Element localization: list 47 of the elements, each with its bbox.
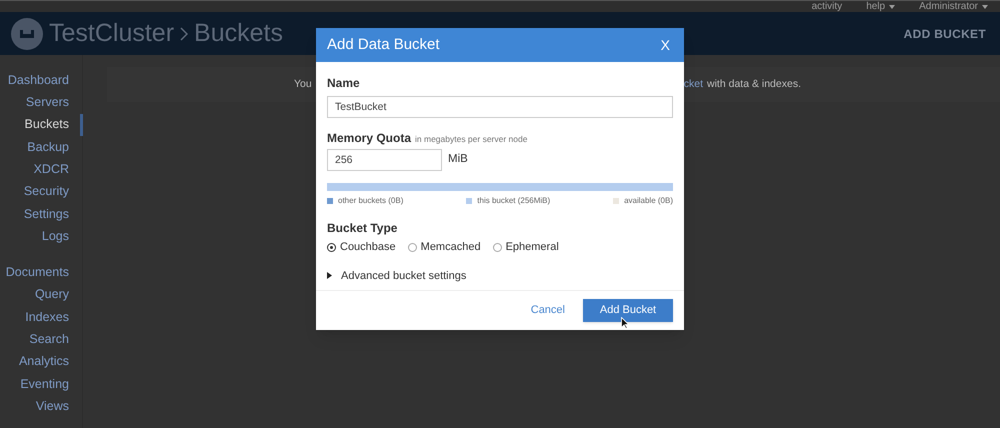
- memory-quota-field[interactable]: 256: [327, 149, 442, 171]
- nav-item[interactable]: Dashboard: [0, 69, 83, 92]
- radio-button[interactable]: [327, 242, 336, 252]
- memory-quota-hint: in megabytes per server node: [415, 133, 528, 146]
- chevron-icon: [180, 26, 188, 40]
- add-bucket-link[interactable]: ADD BUCKET: [904, 24, 986, 42]
- name-field[interactable]: TestBucket: [327, 96, 673, 118]
- nav-item[interactable]: Analytics: [0, 350, 83, 373]
- nav-item[interactable]: Backup: [0, 136, 83, 158]
- add-bucket-button[interactable]: Add Bucket: [583, 299, 673, 322]
- notice-link[interactable]: cket: [684, 76, 704, 92]
- radio-label: Memcached: [420, 240, 481, 255]
- radio-label: Ephemeral: [506, 240, 559, 255]
- radio-label: Couchbase: [340, 240, 396, 255]
- nav-item[interactable]: Views: [0, 395, 83, 418]
- radio-button[interactable]: [408, 242, 417, 252]
- nav-item[interactable]: Indexes: [0, 306, 83, 328]
- memory-quota-label: Memory Quota: [327, 130, 412, 147]
- top-link[interactable]: help: [866, 2, 886, 12]
- notice-text: You: [294, 76, 312, 92]
- nav-item[interactable]: Buckets: [0, 114, 83, 136]
- close-button[interactable]: X: [660, 34, 670, 56]
- nav-item[interactable]: Logs: [0, 225, 83, 248]
- dialog-title: Add Data Bucket: [327, 34, 440, 55]
- nav-item[interactable]: Documents: [0, 261, 83, 284]
- page-title: Buckets: [194, 18, 283, 49]
- top-link[interactable]: activity: [812, 2, 842, 12]
- radio-button[interactable]: [492, 242, 502, 252]
- nav-item[interactable]: Query: [0, 284, 83, 306]
- cancel-button[interactable]: Cancel: [528, 302, 567, 319]
- legend-label: available (0B): [624, 195, 673, 207]
- nav-item[interactable]: Eventing: [0, 372, 83, 396]
- nav-item[interactable]: Servers: [0, 91, 83, 114]
- nav-item[interactable]: XDCR: [0, 158, 83, 180]
- notice-text: with data & indexes.: [707, 76, 801, 92]
- name-label: Name: [327, 75, 361, 92]
- nav-item[interactable]: Settings: [0, 202, 83, 226]
- legend-label: other buckets (0B): [338, 195, 404, 207]
- nav-item[interactable]: Search: [0, 328, 83, 351]
- logo-icon: [11, 18, 43, 50]
- legend-label: this bucket (256MiB): [477, 195, 550, 207]
- top-link[interactable]: Administrator: [919, 2, 978, 12]
- cluster-title: TestCluster: [49, 18, 174, 49]
- unit-label: MiB: [448, 152, 468, 168]
- bucket-type-label: Bucket Type: [327, 220, 398, 237]
- advanced-settings-toggle[interactable]: Advanced bucket settings: [327, 268, 673, 284]
- nav-item[interactable]: Security: [0, 180, 83, 203]
